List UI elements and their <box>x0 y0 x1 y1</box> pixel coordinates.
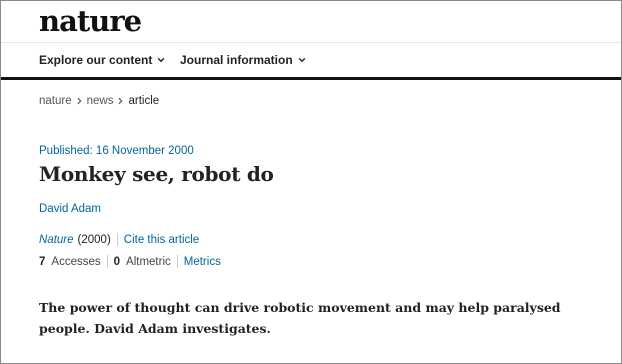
chevron-down-icon <box>298 57 305 63</box>
divider <box>116 233 118 246</box>
nav-explore-content[interactable]: Explore our content <box>39 53 165 67</box>
nature-logo[interactable]: nature <box>39 4 142 38</box>
main-nav: Explore our content Journal information <box>1 43 621 77</box>
published-label: Published: <box>39 145 93 157</box>
breadcrumb-nature[interactable]: nature <box>39 95 72 107</box>
header-divider <box>1 77 621 80</box>
metrics-line: 7 Accesses 0 Altmetric Metrics <box>39 255 221 268</box>
altmetric-label: Altmetric <box>126 255 171 268</box>
altmetric-count: 0 <box>113 255 121 268</box>
article-title: Monkey see, robot do <box>39 162 274 186</box>
breadcrumb: nature news article <box>39 95 159 107</box>
breadcrumb-news[interactable]: news <box>87 95 114 107</box>
article-standfirst: The power of thought can drive robotic m… <box>39 300 561 336</box>
chevron-right-icon <box>77 97 82 105</box>
breadcrumb-article: article <box>128 95 160 107</box>
divider <box>106 255 108 268</box>
nav-explore-content-label: Explore our content <box>39 53 153 67</box>
masthead: nature <box>1 1 621 43</box>
chevron-down-icon <box>158 57 165 63</box>
accesses-label: Accesses <box>51 255 101 268</box>
published-date-value: 16 November 2000 <box>95 145 194 157</box>
divider <box>176 255 178 268</box>
metrics-link[interactable]: Metrics <box>184 256 221 268</box>
publication-year: (2000) <box>77 233 111 246</box>
nav-journal-information[interactable]: Journal information <box>180 53 306 67</box>
author-link[interactable]: David Adam <box>39 203 101 215</box>
citation-line: Nature (2000) Cite this article <box>39 233 199 246</box>
journal-link[interactable]: Nature <box>39 234 74 246</box>
cite-article-link[interactable]: Cite this article <box>124 234 199 246</box>
nav-journal-information-label: Journal information <box>180 53 293 67</box>
chevron-right-icon <box>118 97 123 105</box>
published-date: Published: 16 November 2000 <box>39 145 194 157</box>
accesses-count: 7 <box>39 255 46 268</box>
